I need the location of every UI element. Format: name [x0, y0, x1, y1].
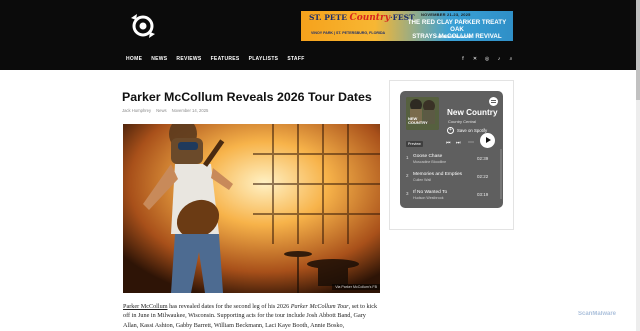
track-duration: 03:19 — [477, 192, 489, 197]
next-track-icon[interactable]: ⏭ — [456, 140, 461, 147]
nav-reviews[interactable]: REVIEWS — [176, 56, 201, 62]
play-button[interactable] — [480, 133, 495, 148]
facebook-icon[interactable]: f — [457, 56, 469, 63]
nav-features[interactable]: FEATURES — [211, 56, 240, 62]
article-title: Parker McCollum Reveals 2026 Tour Dates — [122, 90, 372, 104]
social-links: f ✕ ◎ ♪ ⌕ — [457, 56, 517, 63]
artist-link[interactable]: Parker McCollum — [123, 303, 168, 310]
sidebar-widget: NEW COUNTRY New Country Country Central … — [389, 80, 514, 230]
spotify-logo-icon[interactable] — [489, 97, 498, 106]
article-author[interactable]: Jack Humphrey — [122, 108, 151, 113]
cover-text: NEW COUNTRY — [408, 115, 428, 125]
track-row[interactable]: 1 Goose Chase Muscadine Bloodline 02:39 — [400, 151, 503, 168]
previous-track-icon[interactable]: ⏮ — [446, 140, 451, 147]
article-category[interactable]: News — [156, 108, 166, 113]
scrollbar-thumb[interactable] — [636, 0, 640, 100]
track-number: 1 — [406, 155, 409, 160]
page-scrollbar[interactable] — [636, 0, 640, 331]
site-logo[interactable] — [128, 12, 158, 40]
plus-circle-icon: + — [447, 127, 454, 134]
tiktok-icon[interactable]: ♪ — [493, 56, 505, 63]
nav-playlists[interactable]: PLAYLISTS — [249, 56, 279, 62]
body-text-1: has revealed dates for the second leg of… — [167, 303, 291, 310]
spotify-player[interactable]: NEW COUNTRY New Country Country Central … — [400, 91, 503, 208]
track-name: Memories and Empties — [413, 172, 463, 177]
tracklist-scrollbar[interactable] — [500, 149, 502, 199]
x-icon[interactable]: ✕ — [469, 56, 481, 63]
search-icon[interactable]: ⌕ — [505, 56, 517, 63]
ad-title: ST. PETE Country·FEST — [309, 13, 415, 23]
playlist-cover: NEW COUNTRY — [406, 97, 439, 130]
more-options-icon[interactable]: ⋯ — [468, 139, 474, 146]
ad-location: VINOY PARK | ST. PETERSBURG, FLORIDA — [311, 31, 386, 35]
track-artist: Cullen Wall — [413, 178, 432, 182]
article-body: Parker McCollum has revealed dates for t… — [123, 302, 381, 330]
track-row[interactable]: 3 If No Wanted To Hudson Westbrook 03:19 — [400, 187, 503, 204]
track-artist: Muscadine Bloodline — [413, 160, 447, 164]
track-name: If No Wanted To — [413, 190, 448, 195]
photo-credit: Via Parker McCollum's FB — [332, 284, 380, 290]
save-label: Save on Spotify — [457, 128, 488, 133]
playlist-title[interactable]: New Country — [447, 108, 498, 117]
track-duration: 02:22 — [477, 174, 489, 179]
nav-staff[interactable]: STAFF — [287, 56, 304, 62]
ad-date: NOVEMBER 21-23, 2025 — [421, 12, 471, 17]
track-number: 3 — [406, 191, 409, 196]
ad-more-bands: +40 MORE BANDS! — [435, 34, 472, 39]
track-row[interactable]: 2 Memories and Empties Cullen Wall 02:22 — [400, 169, 503, 186]
tour-name: Parker McCollum Tour — [290, 303, 349, 310]
country-fest-ad-banner[interactable]: ST. PETE Country·FEST VINOY PARK | ST. P… — [301, 11, 513, 41]
track-artist: Hudson Westbrook — [413, 196, 444, 200]
playlist-owner[interactable]: Country Central — [448, 119, 476, 124]
nav-home[interactable]: HOME — [126, 56, 142, 62]
main-nav: HOME NEWS REVIEWS FEATURES PLAYLISTS STA… — [126, 56, 314, 62]
site-header: ST. PETE Country·FEST VINOY PARK | ST. P… — [0, 0, 636, 70]
track-duration: 02:39 — [477, 156, 489, 161]
hero-image: Via Parker McCollum's FB — [123, 124, 380, 293]
watermark: ScanMalware — [578, 311, 617, 317]
save-on-spotify-button[interactable]: + Save on Spotify — [447, 127, 487, 134]
preview-badge: Preview — [406, 141, 423, 147]
article-date: November 14, 2025 — [171, 108, 209, 113]
nav-news[interactable]: NEWS — [151, 56, 167, 62]
track-name: Goose Chase — [413, 154, 443, 159]
instagram-icon[interactable]: ◎ — [481, 56, 493, 63]
track-number: 2 — [406, 173, 409, 178]
article-meta: Jack Humphrey News November 14, 2025 — [122, 108, 208, 113]
